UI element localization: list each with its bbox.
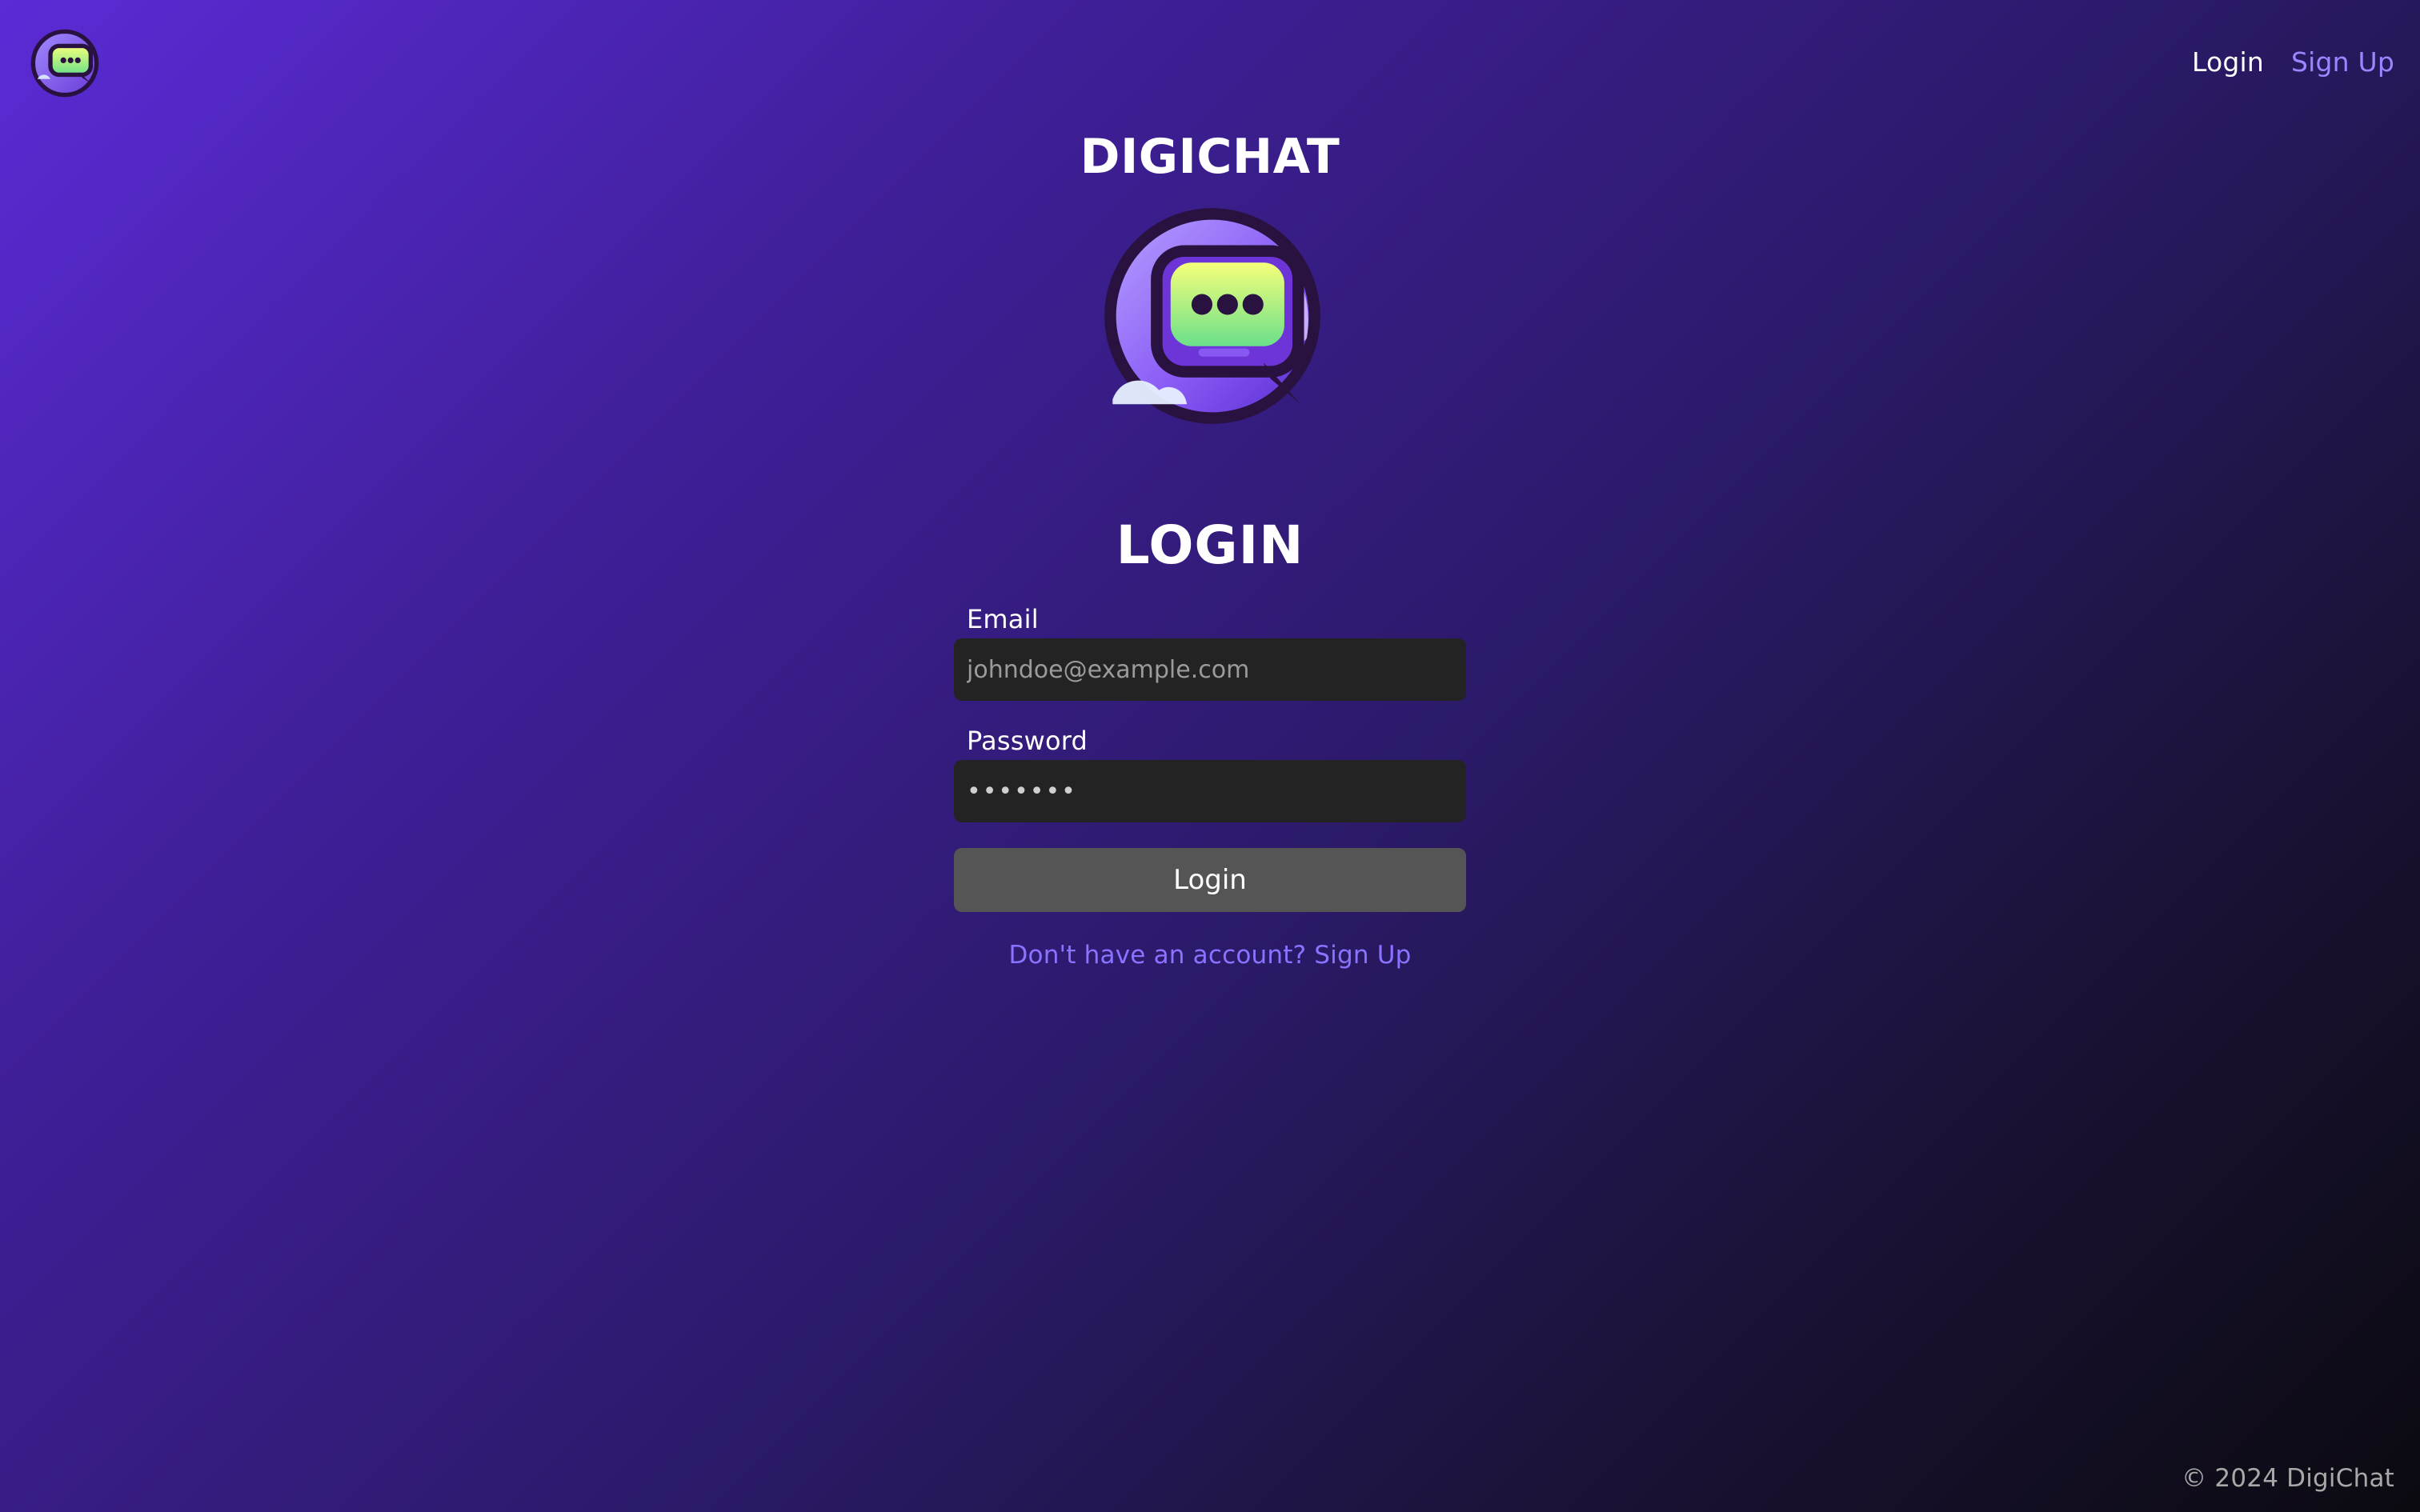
nav-signup-link[interactable]: Sign Up — [2291, 46, 2394, 78]
top-navigation: Login Sign Up — [0, 0, 2420, 128]
login-title: LOGIN — [1116, 514, 1304, 576]
login-form: Email Password Login Don't have an accou… — [954, 600, 1466, 971]
nav-login-link[interactable]: Login — [2192, 46, 2264, 78]
top-nav-links: Login Sign Up — [2192, 46, 2394, 78]
password-field[interactable] — [954, 760, 1466, 822]
email-field[interactable] — [954, 638, 1466, 701]
chat-bubble-logo-icon[interactable] — [29, 27, 101, 99]
email-label: Email — [967, 604, 1039, 634]
login-button[interactable]: Login — [954, 848, 1466, 912]
brand-title: DIGICHAT — [1080, 129, 1340, 185]
chat-bubble-logo-icon — [1096, 200, 1328, 432]
signup-link[interactable]: Don't have an account? Sign Up — [954, 939, 1466, 971]
password-label: Password — [967, 726, 1088, 756]
footer-copyright: © 2024 DigiChat — [2182, 1464, 2394, 1493]
